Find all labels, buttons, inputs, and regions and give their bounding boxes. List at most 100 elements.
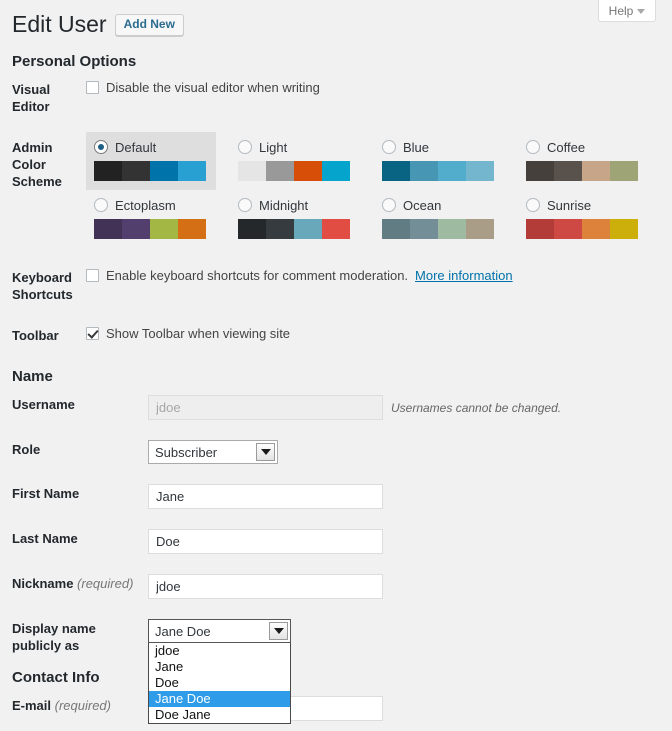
palette-swatch — [610, 160, 638, 181]
name-table: Username Usernames cannot be changed. Ro… — [0, 385, 672, 725]
color-scheme-option-blue[interactable]: Blue — [374, 132, 504, 190]
label-admin-color-scheme: Admin Color Scheme — [12, 139, 62, 189]
page-title: Edit User — [12, 11, 107, 37]
color-scheme-option-light[interactable]: Light — [230, 132, 360, 190]
color-scheme-header: Blue — [382, 140, 494, 155]
display-name-select[interactable]: Jane Doe — [148, 619, 291, 644]
palette-swatch — [238, 160, 266, 181]
row-nickname: Nickname (required) — [0, 564, 672, 609]
label-keyboard-shortcuts: Keyboard Shortcuts — [12, 269, 73, 302]
color-scheme-radio-blue[interactable] — [382, 140, 396, 155]
help-tab-label: Help — [608, 3, 634, 18]
username-description: Usernames cannot be changed. — [391, 400, 562, 415]
color-scheme-radio-ectoplasm[interactable] — [94, 198, 108, 213]
color-scheme-radio-coffee[interactable] — [526, 140, 540, 155]
nickname-input[interactable] — [148, 574, 383, 600]
color-scheme-option-ectoplasm[interactable]: Ectoplasm — [86, 190, 216, 248]
row-email: E-mail (required) — [0, 686, 672, 731]
color-scheme-label: Coffee — [547, 139, 586, 155]
palette-swatch — [382, 218, 410, 239]
color-scheme-palette — [382, 160, 494, 181]
color-scheme-radio-default[interactable] — [94, 140, 108, 155]
color-scheme-radio-sunrise[interactable] — [526, 198, 540, 213]
label-username: Username — [12, 397, 75, 413]
color-scheme-label: Midnight — [259, 197, 309, 213]
color-scheme-radio-light[interactable] — [238, 140, 252, 155]
display-name-option[interactable]: jdoe — [149, 643, 290, 659]
palette-swatch — [266, 218, 294, 239]
admin-color-scheme-grid: Default Light Blue Coffee Ectoplasm Midnight O… — [86, 131, 662, 248]
last-name-input[interactable] — [148, 529, 383, 555]
display-name-option[interactable]: Doe — [149, 675, 290, 691]
keyboard-shortcuts-checkbox-row[interactable]: Enable keyboard shortcuts for comment mo… — [86, 268, 662, 283]
nickname-required-text: (required) — [77, 576, 134, 592]
color-scheme-option-ocean[interactable]: Ocean — [374, 190, 504, 248]
display-name-option[interactable]: Jane — [149, 659, 290, 675]
color-scheme-header: Ectoplasm — [94, 198, 206, 213]
help-tab[interactable]: Help — [598, 0, 656, 22]
color-scheme-label: Sunrise — [547, 197, 592, 213]
keyboard-shortcuts-checkbox[interactable] — [86, 268, 99, 282]
palette-swatch — [238, 218, 266, 239]
visual-editor-checkbox-label: Disable the visual editor when writing — [106, 80, 320, 95]
palette-swatch — [266, 160, 294, 181]
add-new-button[interactable]: Add New — [114, 13, 184, 36]
palette-swatch — [526, 160, 554, 181]
color-scheme-palette — [526, 218, 638, 239]
row-display-name: Display name publicly as Jane Doe jdoe Ja… — [0, 609, 672, 725]
label-nickname: Nickname (required) — [0, 564, 148, 609]
color-scheme-radio-ocean[interactable] — [382, 198, 396, 213]
toolbar-checkbox-row[interactable]: Show Toolbar when viewing site — [86, 326, 662, 341]
palette-swatch — [554, 218, 582, 239]
palette-swatch — [150, 160, 178, 181]
color-scheme-header: Midnight — [238, 198, 350, 213]
display-name-dropdown-list[interactable]: jdoe Jane Doe Jane Doe Doe Jane — [148, 643, 291, 725]
page-header: Edit User Add New — [0, 0, 672, 39]
color-scheme-header: Light — [238, 140, 350, 155]
email-required-text: (required) — [54, 698, 111, 714]
display-name-option[interactable]: Doe Jane — [149, 707, 290, 723]
label-first-name: First Name — [12, 486, 80, 502]
palette-swatch — [122, 218, 150, 239]
palette-swatch — [466, 160, 494, 181]
row-role: Role Subscriber — [0, 430, 672, 474]
color-scheme-option-coffee[interactable]: Coffee — [518, 132, 648, 190]
toolbar-checkbox[interactable] — [86, 326, 99, 340]
role-select[interactable]: Subscriber — [148, 440, 278, 465]
color-scheme-header: Coffee — [526, 140, 638, 155]
chevron-down-icon[interactable] — [269, 622, 288, 641]
chevron-down-icon[interactable] — [256, 443, 275, 462]
visual-editor-checkbox-row[interactable]: Disable the visual editor when writing — [86, 80, 662, 95]
palette-swatch — [382, 160, 410, 181]
palette-swatch — [582, 160, 610, 181]
email-label-text: E-mail — [12, 698, 52, 714]
label-visual-editor: Visual Editor — [12, 82, 51, 114]
color-scheme-header: Default — [94, 140, 206, 155]
contact-info-table: E-mail (required) — [0, 686, 672, 731]
display-name-select-value: Jane Doe — [155, 623, 211, 639]
palette-swatch — [178, 160, 206, 181]
visual-editor-checkbox[interactable] — [86, 81, 99, 94]
color-scheme-option-midnight[interactable]: Midnight — [230, 190, 360, 248]
palette-swatch — [322, 160, 350, 181]
palette-swatch — [526, 218, 554, 239]
label-last-name: Last Name — [12, 531, 78, 547]
palette-swatch — [438, 160, 466, 181]
color-scheme-option-default[interactable]: Default — [86, 131, 216, 190]
first-name-input[interactable] — [148, 484, 383, 510]
palette-swatch — [410, 160, 438, 181]
label-display-name: Display name publicly as — [12, 621, 96, 654]
palette-swatch — [94, 160, 122, 181]
palette-swatch — [410, 218, 438, 239]
more-information-link[interactable]: More information — [415, 268, 513, 283]
display-name-option[interactable]: Jane Doe — [149, 691, 290, 708]
color-scheme-option-sunrise[interactable]: Sunrise — [518, 190, 648, 248]
row-first-name: First Name — [0, 474, 672, 519]
color-scheme-label: Ocean — [403, 197, 442, 213]
palette-swatch — [294, 218, 322, 239]
color-scheme-label: Blue — [403, 139, 430, 155]
palette-swatch — [610, 218, 638, 239]
section-heading-name: Name — [12, 368, 53, 386]
color-scheme-radio-midnight[interactable] — [238, 198, 252, 213]
color-scheme-header: Ocean — [382, 198, 494, 213]
